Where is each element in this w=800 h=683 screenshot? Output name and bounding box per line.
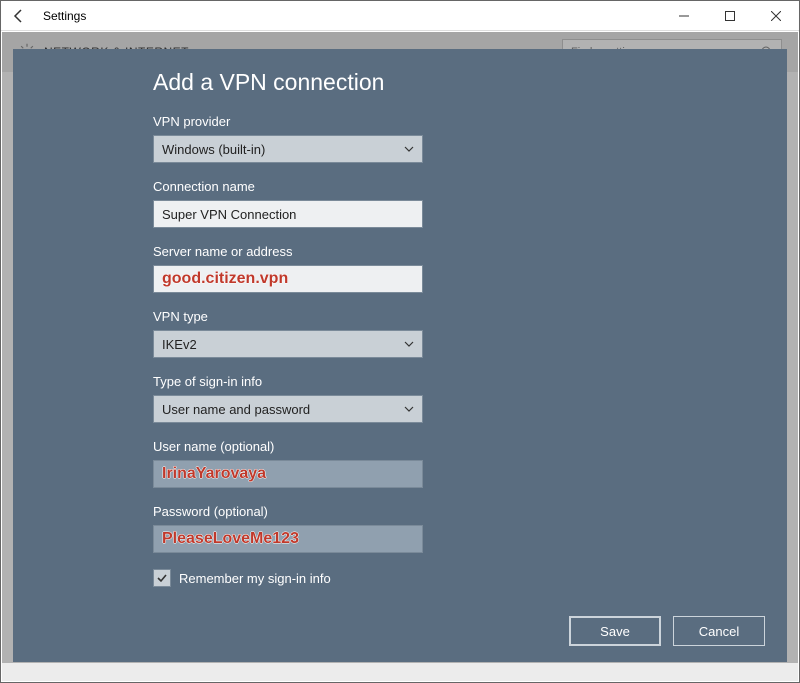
close-button[interactable] — [753, 1, 799, 31]
vpn-type-select[interactable]: IKEv2 — [153, 330, 423, 358]
connection-name-input[interactable]: Super VPN Connection — [153, 200, 423, 228]
maximize-icon — [725, 11, 735, 21]
password-label: Password (optional) — [153, 504, 787, 519]
remember-label: Remember my sign-in info — [179, 571, 331, 586]
server-name-label: Server name or address — [153, 244, 787, 259]
arrow-left-icon — [11, 8, 27, 24]
dialog-buttons: Save Cancel — [13, 616, 787, 646]
password-input[interactable]: PleaseLoveMe123 — [153, 525, 423, 553]
minimize-icon — [679, 11, 689, 21]
window-controls — [661, 1, 799, 31]
bottom-strip — [2, 663, 798, 681]
username-input[interactable]: IrinaYarovaya — [153, 460, 423, 488]
signin-type-value: User name and password — [162, 402, 310, 417]
username-value: IrinaYarovaya — [162, 465, 266, 483]
vpn-provider-value: Windows (built-in) — [162, 142, 265, 157]
window-title: Settings — [37, 9, 661, 23]
chevron-down-icon — [404, 142, 414, 157]
back-button[interactable] — [1, 1, 37, 31]
vpn-provider-select[interactable]: Windows (built-in) — [153, 135, 423, 163]
vpn-type-value: IKEv2 — [162, 337, 197, 352]
maximize-button[interactable] — [707, 1, 753, 31]
connection-name-value: Super VPN Connection — [162, 207, 296, 222]
server-name-input[interactable]: good.citizen.vpn — [153, 265, 423, 293]
settings-window: Settings NETWORK & INTERNET Find a setti… — [0, 0, 800, 683]
vpn-type-label: VPN type — [153, 309, 787, 324]
check-icon — [156, 572, 168, 584]
password-value: PleaseLoveMe123 — [162, 530, 299, 548]
chevron-down-icon — [404, 402, 414, 417]
signin-type-select[interactable]: User name and password — [153, 395, 423, 423]
chevron-down-icon — [404, 337, 414, 352]
vpn-dialog: Add a VPN connection VPN provider Window… — [13, 49, 787, 662]
minimize-button[interactable] — [661, 1, 707, 31]
remember-checkbox[interactable] — [153, 569, 171, 587]
username-label: User name (optional) — [153, 439, 787, 454]
save-button[interactable]: Save — [569, 616, 661, 646]
titlebar: Settings — [1, 1, 799, 31]
signin-type-label: Type of sign-in info — [153, 374, 787, 389]
server-name-value: good.citizen.vpn — [162, 270, 288, 288]
connection-name-label: Connection name — [153, 179, 787, 194]
dialog-title: Add a VPN connection — [153, 69, 787, 96]
cancel-button[interactable]: Cancel — [673, 616, 765, 646]
vpn-provider-label: VPN provider — [153, 114, 787, 129]
close-icon — [771, 11, 781, 21]
